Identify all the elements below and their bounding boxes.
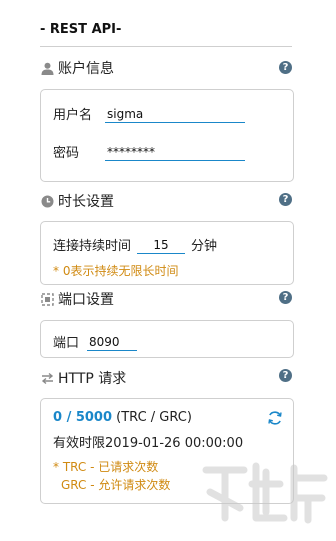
- port-section-title: 端口设置: [58, 292, 114, 308]
- username-input[interactable]: [105, 107, 245, 123]
- duration-note: * 0表示持续无限长时间: [53, 264, 179, 278]
- http-help-icon[interactable]: ?: [279, 369, 292, 382]
- refresh-icon[interactable]: [267, 410, 283, 426]
- port-icon: [40, 292, 54, 306]
- grc-note: GRC - 允许请求次数: [61, 478, 171, 492]
- request-count-suffix: (TRC / GRC): [116, 410, 192, 425]
- account-section-title: 账户信息: [58, 61, 114, 77]
- port-help-icon[interactable]: ?: [279, 291, 292, 304]
- duration-input[interactable]: [137, 238, 186, 254]
- port-section-header: 端口设置: [40, 289, 114, 309]
- valid-until-label: 有效时限: [53, 436, 106, 451]
- watermark-logo: [196, 448, 336, 537]
- duration-help-icon[interactable]: ?: [279, 193, 292, 206]
- swap-arrows-icon: [40, 371, 54, 385]
- request-count: 0 / 5000: [53, 410, 113, 425]
- port-input[interactable]: [87, 335, 138, 351]
- account-section-header: 账户信息: [40, 58, 114, 78]
- trc-note: * TRC - 已请求次数: [53, 460, 159, 474]
- password-input[interactable]: [105, 145, 245, 161]
- username-label: 用户名: [53, 108, 93, 123]
- duration-panel: 连接持续时间 分钟 * 0表示持续无限长时间: [40, 221, 294, 285]
- clock-icon: [40, 194, 54, 208]
- http-section-header: HTTP 请求: [40, 368, 126, 388]
- http-section-title: HTTP 请求: [58, 371, 127, 387]
- duration-label: 连接持续时间: [53, 239, 132, 254]
- password-label: 密码: [53, 146, 80, 161]
- port-label: 端口: [53, 336, 80, 351]
- user-icon: [40, 61, 54, 75]
- page-title: - REST API-: [40, 22, 122, 37]
- port-panel: 端口: [40, 320, 294, 358]
- duration-unit: 分钟: [191, 239, 218, 254]
- account-help-icon[interactable]: ?: [279, 61, 292, 74]
- title-divider: [40, 46, 292, 47]
- duration-section-header: 时长设置: [40, 191, 114, 211]
- account-panel: 用户名 密码: [40, 89, 294, 182]
- duration-section-title: 时长设置: [58, 194, 114, 210]
